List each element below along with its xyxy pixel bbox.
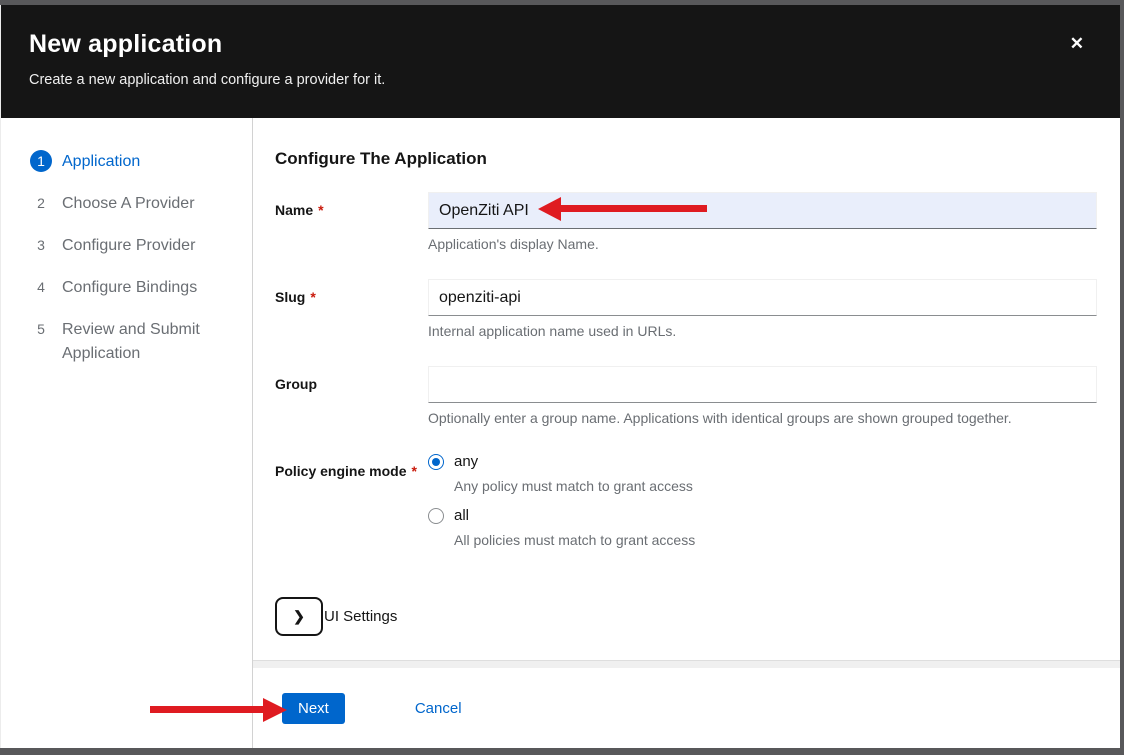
policy-mode-any-radio[interactable]: any: [428, 453, 1097, 470]
next-button[interactable]: Next: [282, 693, 345, 724]
step-label: Configure Provider: [62, 234, 195, 258]
step-label: Configure Bindings: [62, 276, 197, 300]
name-label: Name*: [275, 192, 428, 252]
step-label: Choose A Provider: [62, 192, 195, 216]
wizard-step-choose-provider[interactable]: 2 Choose A Provider: [1, 183, 252, 225]
step-number-badge: 3: [30, 234, 52, 256]
policy-mode-all-radio[interactable]: all: [428, 507, 1097, 524]
radio-label: all: [454, 507, 469, 524]
step-number-badge: 1: [30, 150, 52, 172]
page-title: Configure The Application: [275, 149, 1097, 169]
modal-subtitle: Create a new application and configure a…: [29, 72, 1092, 88]
step-number-badge: 2: [30, 192, 52, 214]
application-form: Name* Application's display Name. Slug*: [275, 192, 1097, 636]
name-helper-text: Application's display Name.: [428, 236, 1097, 252]
wizard-main-column: Configure The Application Name* Applicat…: [253, 118, 1120, 748]
policy-mode-any-helper: Any policy must match to grant access: [454, 478, 1097, 494]
radio-selected-icon: [428, 454, 444, 470]
group-label: Group: [275, 366, 428, 426]
group-field[interactable]: [428, 366, 1097, 403]
ui-settings-label: UI Settings: [324, 608, 397, 625]
policy-mode-all-helper: All policies must match to grant access: [454, 532, 1097, 548]
step-number-badge: 5: [30, 318, 52, 340]
wizard-step-configure-bindings[interactable]: 4 Configure Bindings: [1, 267, 252, 309]
form-row-slug: Slug* Internal application name used in …: [275, 279, 1097, 339]
slug-field[interactable]: [428, 279, 1097, 316]
new-application-modal: New application Create a new application…: [0, 5, 1120, 748]
slug-helper-text: Internal application name used in URLs.: [428, 323, 1097, 339]
policy-engine-mode-label: Policy engine mode*: [275, 453, 428, 561]
modal-header: New application Create a new application…: [1, 5, 1120, 118]
step-label: Review and Submit Application: [62, 318, 227, 366]
required-marker: *: [310, 289, 315, 305]
step-number-badge: 4: [30, 276, 52, 298]
name-field[interactable]: [428, 192, 1097, 229]
form-row-name: Name* Application's display Name.: [275, 192, 1097, 252]
close-icon[interactable]: ✕: [1070, 35, 1084, 52]
required-marker: *: [411, 463, 416, 479]
wizard-footer: Next Cancel: [253, 668, 1120, 748]
form-row-group: Group Optionally enter a group name. App…: [275, 366, 1097, 426]
ui-settings-expand-button[interactable]: ❯: [275, 597, 323, 636]
form-row-policy-engine-mode: Policy engine mode* any Any policy must …: [275, 453, 1097, 561]
modal-title: New application: [29, 30, 1092, 59]
wizard-step-review-submit[interactable]: 5 Review and Submit Application: [1, 309, 252, 375]
required-marker: *: [318, 202, 323, 218]
wizard-step-application[interactable]: 1 Application: [1, 141, 252, 183]
wizard-step-nav: 1 Application 2 Choose A Provider 3 Conf…: [1, 118, 253, 748]
footer-separator: [253, 660, 1120, 668]
step-label: Application: [62, 150, 140, 174]
cancel-link[interactable]: Cancel: [415, 700, 462, 717]
slug-label: Slug*: [275, 279, 428, 339]
chevron-right-icon: ❯: [293, 608, 305, 625]
radio-label: any: [454, 453, 478, 470]
wizard-content: Configure The Application Name* Applicat…: [253, 118, 1120, 660]
wizard-step-configure-provider[interactable]: 3 Configure Provider: [1, 225, 252, 267]
group-helper-text: Optionally enter a group name. Applicati…: [428, 410, 1097, 426]
modal-body: 1 Application 2 Choose A Provider 3 Conf…: [1, 118, 1120, 748]
radio-unselected-icon: [428, 508, 444, 524]
ui-settings-expandable: ❯ UI Settings: [275, 597, 1097, 636]
